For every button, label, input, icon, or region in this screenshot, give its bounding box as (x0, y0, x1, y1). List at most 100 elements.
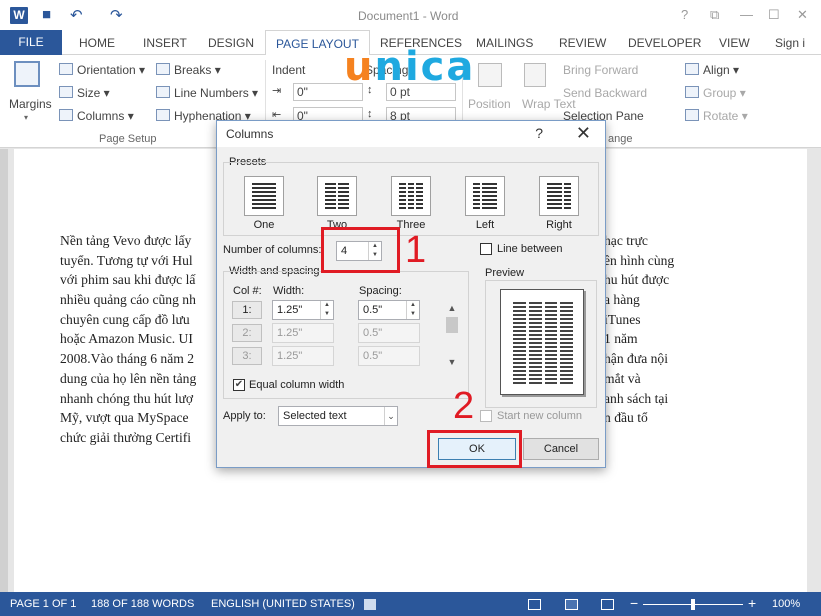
tab-review[interactable]: REVIEW (559, 36, 606, 50)
wrap-text-icon[interactable] (524, 63, 546, 87)
chevron-down-icon[interactable]: ⌄ (384, 407, 397, 425)
rotate-button[interactable]: Rotate ▾ (685, 109, 748, 123)
proofing-icon[interactable] (364, 599, 376, 610)
margins-icon[interactable] (14, 61, 40, 87)
number-of-columns-label: Number of columns: (223, 244, 322, 256)
preview-pane (485, 280, 597, 408)
col-1-spacing-input[interactable]: 0.5" ▲ ▼ (358, 300, 420, 320)
document-line: 1 năm (604, 331, 638, 347)
col-number-2: 2: (232, 324, 262, 342)
tab-view[interactable]: VIEW (719, 36, 750, 50)
dialog-title-bar[interactable]: Columns ? ✕ (217, 121, 605, 147)
col-3-width-value: 1.25" (277, 350, 303, 362)
undo-icon[interactable]: ↶ (70, 6, 83, 24)
spacing-header: Spacing: (359, 285, 402, 297)
preview-page (500, 289, 584, 395)
tab-mailings[interactable]: MAILINGS (476, 36, 533, 50)
preset-left[interactable] (465, 176, 505, 216)
word-logo-icon: W (10, 7, 28, 24)
tab-design[interactable]: DESIGN (208, 36, 254, 50)
col-3-spacing-input[interactable]: 0.5" (358, 346, 420, 366)
col-2-spacing-input[interactable]: 0.5" (358, 323, 420, 343)
preset-three[interactable] (391, 176, 431, 216)
minimize-button[interactable]: — (740, 7, 753, 22)
breaks-icon (156, 63, 170, 75)
print-layout-icon[interactable] (565, 599, 578, 610)
start-new-column-label: Start new column (497, 410, 582, 422)
document-line: n đầu tổ (604, 410, 648, 426)
start-new-column-checkbox[interactable] (480, 410, 492, 422)
group-label: Group (703, 86, 737, 100)
arrange-group-label: ange (608, 133, 633, 145)
col-3-width-input[interactable]: 1.25" (272, 346, 334, 366)
columns-button[interactable]: Columns ▾ (59, 109, 134, 123)
columns-scrollbar[interactable]: ▲ ▼ (445, 303, 459, 371)
orientation-button[interactable]: Orientation ▾ (59, 63, 145, 77)
indent-left-icon: ⇥ (272, 85, 282, 97)
step-1-annotation: 1 (405, 229, 427, 271)
zoom-level[interactable]: 100% (772, 598, 800, 610)
document-line: hận đưa nội (604, 351, 668, 367)
tab-file[interactable]: FILE (0, 30, 62, 55)
col-1-spacing-spinner[interactable]: ▲ ▼ (406, 301, 419, 319)
width-header: Width: (273, 285, 305, 297)
apply-to-value: Selected text (283, 410, 347, 422)
send-backward-button[interactable]: Send Backward (563, 86, 647, 100)
tab-insert[interactable]: INSERT (143, 36, 187, 50)
close-window-button[interactable]: ✕ (797, 7, 808, 23)
chevron-down-icon: ▾ (24, 113, 29, 122)
margins-button[interactable]: Margins (9, 97, 52, 111)
help-icon[interactable]: ? (681, 7, 688, 22)
scroll-thumb[interactable] (446, 317, 458, 333)
preset-two[interactable] (317, 176, 357, 216)
dialog-close-button[interactable]: ✕ (576, 123, 591, 144)
status-bar: PAGE 1 OF 1 188 OF 188 WORDS ENGLISH (UN… (0, 592, 821, 616)
web-layout-icon[interactable] (601, 599, 614, 610)
tab-home[interactable]: HOME (79, 36, 115, 50)
read-mode-icon[interactable] (528, 599, 541, 610)
position-icon[interactable] (478, 63, 502, 87)
col-number-1: 1: (232, 301, 262, 319)
col-1-width-spinner[interactable]: ▲ ▼ (320, 301, 333, 319)
unica-logo: unica (344, 44, 475, 90)
breaks-button[interactable]: Breaks ▾ (156, 63, 221, 77)
col-1-width-input[interactable]: 1.25" ▲ ▼ (272, 300, 334, 320)
line-between-label: Line between (497, 243, 563, 255)
zoom-out-icon[interactable]: − (630, 595, 638, 611)
indent-label: Indent (272, 63, 306, 77)
bring-forward-button[interactable]: Bring Forward (563, 63, 638, 77)
redo-icon[interactable]: ↷ (110, 6, 123, 24)
equal-width-checkbox[interactable]: ✔ (233, 379, 245, 391)
col-number-3: 3: (232, 347, 262, 365)
sign-in-link[interactable]: Sign i (775, 36, 805, 50)
document-line: mắt và (604, 370, 641, 386)
line-numbers-button[interactable]: Line Numbers ▾ (156, 86, 258, 100)
size-button[interactable]: Size ▾ (59, 86, 110, 100)
cancel-button[interactable]: Cancel (523, 438, 599, 460)
align-button[interactable]: Align ▾ (685, 63, 739, 77)
equal-width-label: Equal column width (249, 379, 345, 391)
preset-one-label: One (253, 219, 275, 231)
col-2-width-input[interactable]: 1.25" (272, 323, 334, 343)
zoom-slider-thumb[interactable] (691, 599, 695, 610)
page-count[interactable]: PAGE 1 OF 1 (10, 598, 76, 610)
orientation-icon (59, 63, 73, 75)
ribbon-display-options-icon[interactable]: ⧉ (710, 7, 719, 23)
preset-one[interactable] (244, 176, 284, 216)
line-between-checkbox[interactable] (480, 243, 492, 255)
save-icon[interactable]: ■ (42, 6, 51, 23)
maximize-button[interactable]: ☐ (768, 7, 780, 23)
position-button[interactable]: Position (468, 97, 511, 111)
group-button[interactable]: Group ▾ (685, 86, 746, 100)
col-number-header: Col #: (233, 285, 262, 297)
dialog-help-button[interactable]: ? (535, 125, 543, 141)
apply-to-select[interactable]: Selected text ⌄ (278, 406, 398, 426)
size-label: Size (77, 86, 101, 100)
language-indicator[interactable]: ENGLISH (UNITED STATES) (211, 598, 355, 610)
preset-right[interactable] (539, 176, 579, 216)
zoom-in-icon[interactable]: + (748, 595, 756, 611)
word-count[interactable]: 188 OF 188 WORDS (91, 598, 194, 610)
document-line: a hàng (604, 292, 640, 308)
document-text-right[interactable]: hạc trực ên hình cùng hu hút được a hàng… (604, 231, 704, 428)
tab-developer[interactable]: DEVELOPER (628, 36, 701, 50)
